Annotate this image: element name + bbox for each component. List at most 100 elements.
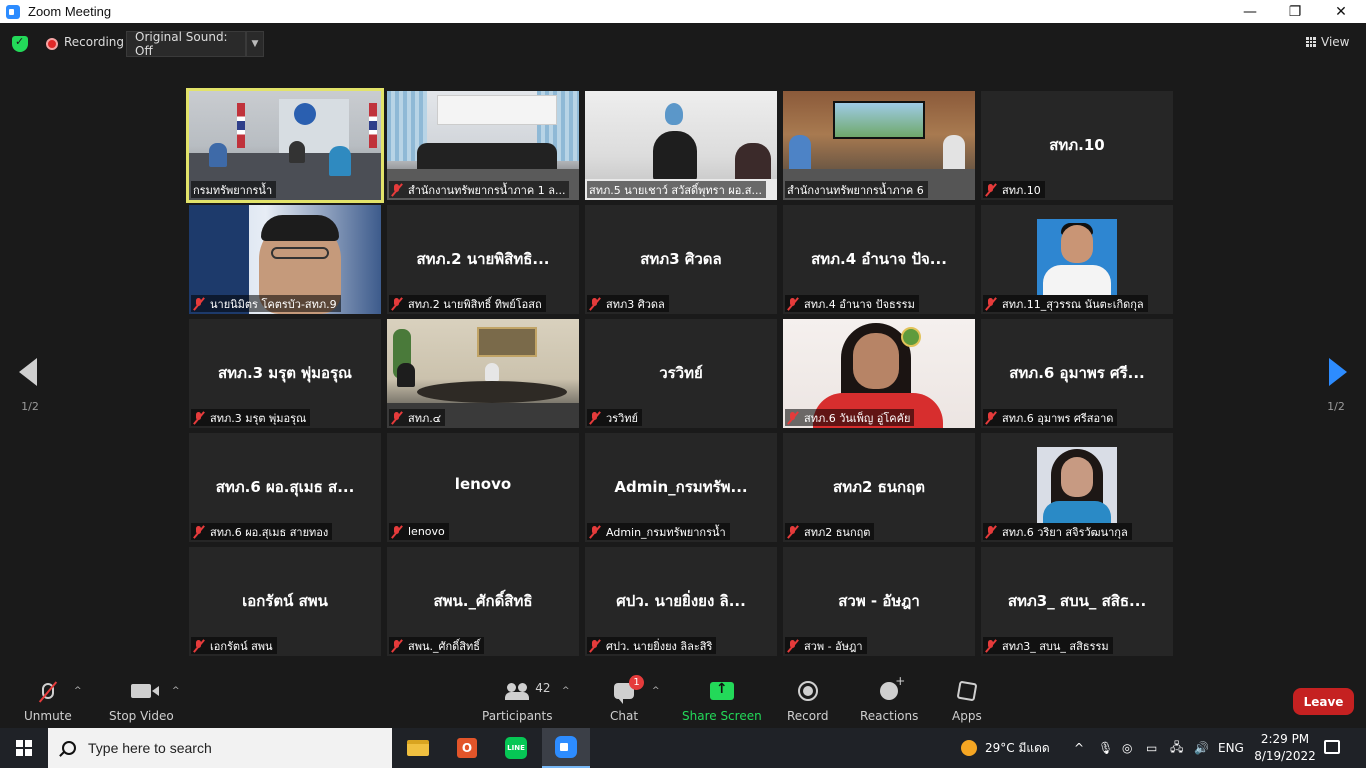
participant-tile[interactable]: สทภ.5 นายเชาว์ สวัสดิ์พุทรา ผอ.ส... <box>585 91 777 200</box>
microphone-muted-icon <box>41 683 54 699</box>
grid-view-icon <box>1306 37 1316 47</box>
record-icon <box>797 681 818 701</box>
muted-microphone-icon <box>391 525 403 538</box>
chat-label: Chat <box>610 709 639 723</box>
reactions-label: Reactions <box>860 709 919 723</box>
participants-button[interactable]: 42 Participants <box>482 679 553 723</box>
taskbar-clock[interactable]: 2:29 PM 8/19/2022 <box>1250 731 1320 765</box>
chat-options-caret[interactable]: ^ <box>652 686 660 696</box>
search-icon <box>62 741 76 755</box>
weather-widget[interactable]: 29°C มีแดด <box>961 728 1050 768</box>
tray-device-icon[interactable]: ◎ <box>1122 728 1132 768</box>
participant-tile[interactable]: สทภ.6 อุมาพร ศรี... สทภ.6 อุมาพร ศรีสอาด <box>981 319 1173 428</box>
video-options-caret[interactable]: ^ <box>172 686 180 696</box>
arrow-left-icon <box>19 358 37 386</box>
participant-tile[interactable]: สทภ.6 ผอ.สุเมธ ส... สทภ.6 ผอ.สุเมธ สายทอง <box>189 433 381 542</box>
search-placeholder: Type here to search <box>88 740 212 756</box>
taskbar-search-input[interactable]: Type here to search <box>48 728 392 768</box>
share-screen-button[interactable]: Share Screen <box>682 679 762 723</box>
tray-power-icon[interactable]: ▭ <box>1146 728 1157 768</box>
taskbar-line[interactable]: LINE <box>492 728 540 768</box>
line-app-icon: LINE <box>505 737 527 759</box>
notification-center-icon[interactable] <box>1324 740 1340 754</box>
muted-microphone-icon <box>589 639 601 652</box>
participant-name-label: สทภ3 ศิวดล <box>587 295 669 312</box>
participant-name-text: สวพ - อัษฎา <box>804 639 863 653</box>
participant-avatar <box>1037 219 1117 295</box>
leave-button[interactable]: Leave <box>1293 688 1354 715</box>
participant-tile[interactable]: สทภ.๔ <box>387 319 579 428</box>
participant-tile[interactable]: Admin_กรมทรัพ... Admin_กรมทรัพยากรน้ำ <box>585 433 777 542</box>
participant-tile[interactable]: สทภ.6 วันเพ็ญ อู่โคคัย <box>783 319 975 428</box>
taskbar-file-explorer[interactable] <box>394 728 442 768</box>
next-page-button[interactable]: 1/2 <box>1316 358 1356 418</box>
participant-name-label: Admin_กรมทรัพยากรน้ำ <box>587 523 730 540</box>
participant-tile[interactable]: ศปว. นายยิ่งยง ลิ... ศปว. นายยิ่งยง ลิละส… <box>585 547 777 656</box>
participant-display-name: สทภ.4 อำนาจ ปัจ... <box>811 250 947 268</box>
tray-volume-icon[interactable]: 🔊 <box>1194 728 1209 768</box>
view-button[interactable]: View <box>1306 35 1349 49</box>
chat-button[interactable]: 1 Chat <box>610 675 645 723</box>
participant-tile[interactable]: วรวิทย์ วรวิทย์ <box>585 319 777 428</box>
participant-tile[interactable]: สทภ3_ สบน_ สสิธ... สทภ3_ สบน_ สสิธรรม <box>981 547 1173 656</box>
participant-name-text: นายนิมิตร โคตรบัว-สทภ.9 <box>210 297 337 311</box>
participant-tile[interactable]: เอกรัตน์ สพน เอกรัตน์ สพน <box>189 547 381 656</box>
participant-name-text: สำนักงานทรัพยากรน้ำภาค 1 ล... <box>408 183 566 197</box>
participant-tile[interactable]: สทภ2 ธนกฤต สทภ2 ธนกฤต <box>783 433 975 542</box>
participant-display-name: สทภ.10 <box>1049 136 1105 154</box>
record-button[interactable]: Record <box>787 679 828 723</box>
participant-name-text: สทภ.6 วริยา สจิรวัฒนากุล <box>1002 525 1128 539</box>
emoji-reaction-icon <box>880 674 905 700</box>
restore-button[interactable]: ❐ <box>1272 0 1318 23</box>
participant-tile[interactable]: นายนิมิตร โคตรบัว-สทภ.9 <box>189 205 381 314</box>
page-indicator-right: 1/2 <box>1327 400 1345 413</box>
participant-tile[interactable]: สทภ.2 นายพิสิทธิ... สทภ.2 นายพิสิทธิ์ ทิพ… <box>387 205 579 314</box>
participant-name-label: สทภ3_ สบน_ สสิธรรม <box>983 637 1113 654</box>
participant-name-label: สทภ2 ธนกฤต <box>785 523 875 540</box>
muted-microphone-icon <box>391 639 403 652</box>
participant-tile[interactable]: สทภ3 ศิวดล สทภ3 ศิวดล <box>585 205 777 314</box>
participants-options-caret[interactable]: ^ <box>562 686 570 696</box>
participant-name-label: วรวิทย์ <box>587 409 642 426</box>
participant-display-name: Admin_กรมทรัพ... <box>614 478 748 496</box>
participant-name-label: สทภ.3 มรุต พุ่มอรุณ <box>191 409 311 426</box>
apps-button[interactable]: Apps <box>952 679 982 723</box>
close-window-button[interactable]: ✕ <box>1318 0 1364 23</box>
participant-name-label: สทภ.10 <box>983 181 1045 198</box>
participant-tile[interactable]: สทภ.3 มรุต พุ่มอรุณ สทภ.3 มรุต พุ่มอรุณ <box>189 319 381 428</box>
clock-date: 8/19/2022 <box>1254 749 1316 763</box>
participant-tile[interactable]: สทภ.10 สทภ.10 <box>981 91 1173 200</box>
muted-microphone-icon <box>985 297 997 310</box>
stop-video-button[interactable]: Stop Video <box>109 679 174 723</box>
unmute-button[interactable]: Unmute <box>24 679 72 723</box>
start-button[interactable] <box>0 728 48 768</box>
muted-microphone-icon <box>193 525 205 538</box>
tray-microphone-icon[interactable]: 🎙 <box>1098 728 1113 768</box>
participant-tile[interactable]: กรมทรัพยากรน้ำ <box>186 88 384 203</box>
reactions-button[interactable]: Reactions <box>860 674 919 723</box>
participant-tile[interactable]: สำนักงานทรัพยากรน้ำภาค 1 ล... <box>387 91 579 200</box>
taskbar-zoom[interactable] <box>542 728 590 768</box>
previous-page-button[interactable]: 1/2 <box>10 358 50 418</box>
participant-tile[interactable]: สำนักงานทรัพยากรน้ำภาค 6 <box>783 91 975 200</box>
participant-tile[interactable]: lenovo lenovo <box>387 433 579 542</box>
minimize-button[interactable]: — <box>1227 0 1273 23</box>
audio-options-caret[interactable]: ^ <box>74 686 82 696</box>
tray-network-icon[interactable]: 🖧 <box>1170 728 1183 768</box>
participant-tile[interactable]: สทภ.11_สุวรรณ นันตะเกิดกุล <box>981 205 1173 314</box>
muted-microphone-icon <box>985 411 997 424</box>
video-gallery: กรมทรัพยากรน้ำ สำนักงานทรัพยากรน้ำภาค 1 ล… <box>186 88 1177 659</box>
participant-tile[interactable]: สทภ.4 อำนาจ ปัจ... สทภ.4 อำนาจ ปัจธรรม <box>783 205 975 314</box>
participant-name-text: สทภ.6 วันเพ็ญ อู่โคคัย <box>804 411 911 425</box>
participant-tile[interactable]: สพน._ศักดิ์สิทธิ สพน._ศักดิ์สิทธิ์ <box>387 547 579 656</box>
participant-display-name: lenovo <box>454 475 512 493</box>
participant-tile[interactable]: สทภ.6 วริยา สจิรวัฒนากุล <box>981 433 1173 542</box>
taskbar-office[interactable]: O <box>443 728 491 768</box>
original-sound-button[interactable]: Original Sound: Off <box>126 30 246 58</box>
tray-language[interactable]: ENG <box>1218 728 1244 768</box>
original-sound-dropdown[interactable]: ▼ <box>246 31 264 57</box>
participant-name-text: สทภ.11_สุวรรณ นันตะเกิดกุล <box>1002 297 1144 311</box>
participant-tile[interactable]: สวพ - อัษฎา สวพ - อัษฎา <box>783 547 975 656</box>
security-shield-icon[interactable] <box>12 35 28 52</box>
tray-show-hidden[interactable]: ^ <box>1074 728 1084 768</box>
